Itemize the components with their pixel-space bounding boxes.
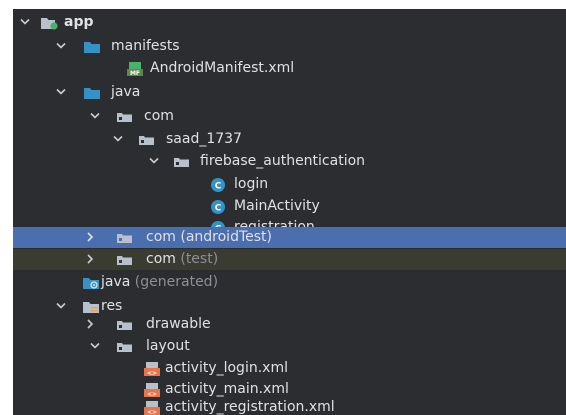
tree-row-activity-login[interactable]: <> activity_login.xml (13, 358, 566, 379)
tree-row-com[interactable]: com (13, 106, 566, 127)
tree-row-app[interactable]: app (13, 12, 566, 33)
chevron-right-icon[interactable] (85, 318, 95, 330)
package-icon (116, 230, 134, 246)
tree-label-saad-1737: saad_1737 (166, 131, 242, 147)
class-icon: C (210, 177, 228, 193)
chevron-down-icon[interactable] (90, 110, 100, 122)
tree-label-activity-registration: activity_registration.xml (165, 399, 335, 415)
xml-badge: <> (147, 370, 157, 377)
chevron-down-icon[interactable] (56, 300, 66, 312)
tree-row-activity-registration[interactable]: <> activity_registration.xml (13, 397, 566, 415)
project-tree-panel: app manifests MF AndroidManifest.xml jav (13, 9, 566, 415)
chevron-down-icon[interactable] (56, 86, 66, 98)
tree-label-java: java (111, 84, 141, 100)
manifest-badge: MF (130, 70, 140, 77)
source-set-suffix: (androidTest) (180, 229, 272, 245)
generated-folder-icon (82, 275, 100, 291)
folder-icon (83, 39, 101, 55)
tree-label-layout: layout (146, 338, 190, 354)
tree-label-firebase-authentication: firebase_authentication (200, 153, 366, 169)
package-icon (173, 154, 191, 170)
source-folder-icon (83, 85, 101, 101)
folder-icon (116, 339, 134, 355)
tree-label-java-generated: java (generated) (101, 273, 218, 292)
package-name: com (146, 251, 176, 267)
tree-row-layout[interactable]: layout (13, 336, 566, 357)
chevron-down-icon[interactable] (56, 40, 66, 52)
chevron-down-icon[interactable] (20, 16, 30, 28)
tree-label-main-activity: MainActivity (234, 198, 320, 214)
chevron-down-icon[interactable] (149, 155, 159, 167)
resource-folder-icon (82, 299, 100, 315)
package-icon (116, 252, 134, 268)
folder-name: java (101, 274, 131, 290)
class-badge: C (215, 182, 222, 192)
chevron-right-icon[interactable] (85, 231, 95, 243)
module-folder-icon (40, 15, 58, 31)
manifest-file-icon: MF (126, 61, 144, 77)
tree-row-com-test[interactable]: com (test) (13, 249, 566, 270)
tree-label-com-android-test: com (androidTest) (146, 228, 272, 247)
tree-label-activity-login: activity_login.xml (165, 360, 288, 376)
tree-row-firebase-authentication[interactable]: firebase_authentication (13, 151, 566, 172)
tree-label-android-manifest: AndroidManifest.xml (150, 60, 295, 76)
xml-layout-file-icon: <> (143, 400, 161, 415)
source-set-suffix: (test) (180, 251, 219, 267)
class-icon: C (210, 199, 228, 215)
tree-row-com-android-test[interactable]: com (androidTest) (13, 227, 566, 248)
tree-row-java-generated[interactable]: java (generated) (13, 272, 566, 293)
folder-icon (116, 317, 134, 333)
package-name: com (146, 229, 176, 245)
tree-row-login[interactable]: C login (13, 174, 566, 195)
tree-label-com: com (144, 108, 174, 124)
tree-row-saad-1737[interactable]: saad_1737 (13, 129, 566, 150)
xml-layout-file-icon: <> (143, 382, 161, 398)
tree-row-drawable[interactable]: drawable (13, 314, 566, 335)
tree-label-drawable: drawable (146, 316, 211, 332)
xml-badge: <> (147, 409, 157, 415)
tree-row-java[interactable]: java (13, 82, 566, 103)
tree-label-manifests: manifests (111, 38, 180, 54)
chevron-down-icon[interactable] (113, 133, 123, 145)
chevron-down-icon[interactable] (90, 340, 100, 352)
tree-label-com-test: com (test) (146, 250, 218, 269)
package-icon (138, 132, 156, 148)
tree-row-main-activity[interactable]: C MainActivity (13, 196, 566, 217)
tree-row-android-manifest[interactable]: MF AndroidManifest.xml (13, 58, 566, 79)
xml-layout-file-icon: <> (143, 361, 161, 377)
generated-suffix: (generated) (134, 274, 219, 290)
tree-label-app: app (64, 14, 94, 30)
chevron-right-icon[interactable] (85, 253, 95, 265)
tree-label-login: login (234, 176, 269, 192)
class-badge: C (215, 204, 222, 214)
package-icon (116, 109, 134, 125)
tree-row-manifests[interactable]: manifests (13, 36, 566, 57)
